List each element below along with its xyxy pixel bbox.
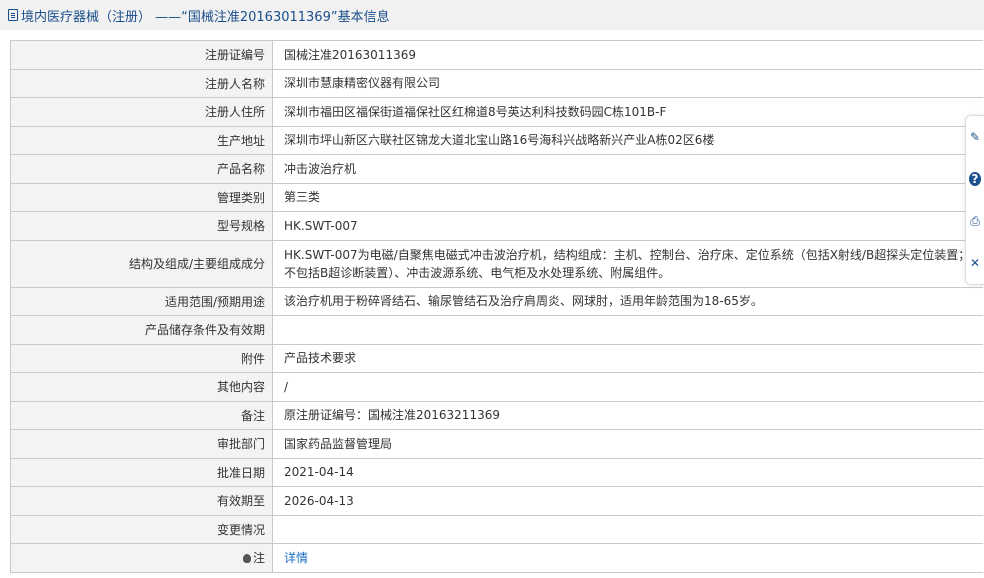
table-row: 生产地址 深圳市坪山新区六联社区锦龙大道北宝山路16号海科兴战略新兴产业A栋02… <box>11 126 983 155</box>
row-value: 2021-04-14 <box>284 465 354 480</box>
help-icon[interactable]: ? <box>969 172 981 186</box>
row-label: 变更情况 <box>11 515 273 543</box>
row-label: 型号规格 <box>11 212 273 240</box>
table-row: 备注 原注册证编号：国械注准20163211369 <box>11 401 983 430</box>
row-value: 原注册证编号：国械注准20163211369 <box>284 408 500 423</box>
table-row: 注册人住所 深圳市福田区福保街道福保社区红棉道8号英达利科技数码园C栋101B-… <box>11 98 983 127</box>
row-label: 管理类别 <box>11 183 273 211</box>
row-label: 批准日期 <box>11 458 273 486</box>
table-row: 有效期至 2026-04-13 <box>11 487 983 516</box>
row-value <box>273 516 983 544</box>
table-row: 产品名称 冲击波治疗机 <box>11 155 983 184</box>
row-label: 生产地址 <box>11 126 273 154</box>
table-row: 适用范围/预期用途 该治疗机用于粉碎肾结石、输尿管结石及治疗肩周炎、网球肘，适用… <box>11 287 983 316</box>
row-value: 深圳市福田区福保街道福保社区红棉道8号英达利科技数码园C栋101B-F <box>284 104 667 119</box>
table-row: 变更情况 <box>11 515 983 544</box>
row-value: 2026-04-13 <box>284 493 354 508</box>
note-label: 注 <box>252 551 265 566</box>
row-value <box>273 316 983 344</box>
table-row: 产品储存条件及有效期 <box>11 316 983 345</box>
row-value: HK.SWT-007为电磁/自聚焦电磁式冲击波治疗机，结构组成：主机、控制台、治… <box>284 247 971 280</box>
row-label: 有效期至 <box>11 487 273 515</box>
close-icon[interactable]: ✕ <box>969 256 981 270</box>
row-label: 审批部门 <box>11 430 273 458</box>
row-value: HK.SWT-007 <box>284 218 358 233</box>
table-row-note: 注 详情 <box>11 544 983 573</box>
row-label: 附件 <box>11 344 273 372</box>
row-label: 产品名称 <box>11 155 273 183</box>
row-label: 备注 <box>11 401 273 429</box>
info-table: 注册证编号 国械注准20163011369 注册人名称 深圳市慧康精密仪器有限公… <box>10 40 983 573</box>
row-label-note: 注 <box>11 544 273 572</box>
row-label: 产品储存条件及有效期 <box>11 316 273 344</box>
table-row: 批准日期 2021-04-14 <box>11 458 983 487</box>
row-value: 冲击波治疗机 <box>284 161 357 176</box>
row-label: 注册人名称 <box>11 69 273 97</box>
row-value: 产品技术要求 <box>284 351 357 366</box>
row-value: 该治疗机用于粉碎肾结石、输尿管结石及治疗肩周炎、网球肘，适用年龄范围为18-65… <box>284 294 763 309</box>
row-value: 深圳市慧康精密仪器有限公司 <box>284 76 441 91</box>
print-icon[interactable]: ⎙ <box>969 214 981 228</box>
row-label: 注册证编号 <box>11 41 273 69</box>
side-toolbar: ✎ ? ⎙ ✕ <box>965 115 984 285</box>
table-row: 注册人名称 深圳市慧康精密仪器有限公司 <box>11 69 983 98</box>
row-value: / <box>284 379 289 394</box>
table-row: 审批部门 国家药品监督管理局 <box>11 430 983 459</box>
table-row: 型号规格 HK.SWT-007 <box>11 212 983 241</box>
row-label: 其他内容 <box>11 373 273 401</box>
table-row: 附件 产品技术要求 <box>11 344 983 373</box>
row-value: 国械注准20163011369 <box>284 47 416 62</box>
row-value: 深圳市坪山新区六联社区锦龙大道北宝山路16号海科兴战略新兴产业A栋02区6楼 <box>284 133 715 148</box>
lightbulb-icon <box>242 554 251 564</box>
page-header: 境内医疗器械（注册） ——“国械注准20163011369”基本信息 <box>0 0 984 30</box>
details-link[interactable]: 详情 <box>284 549 308 567</box>
table-row: 其他内容 / <box>11 373 983 402</box>
row-value: 第三类 <box>284 190 321 205</box>
row-label: 结构及组成/主要组成成分 <box>11 240 273 287</box>
row-label: 适用范围/预期用途 <box>11 287 273 315</box>
page-title: 境内医疗器械（注册） ——“国械注准20163011369”基本信息 <box>21 9 390 25</box>
row-value: 国家药品监督管理局 <box>284 436 393 451</box>
row-value-note: 详情 <box>273 544 983 572</box>
table-row: 结构及组成/主要组成成分 HK.SWT-007为电磁/自聚焦电磁式冲击波治疗机，… <box>11 240 983 288</box>
row-label: 注册人住所 <box>11 98 273 126</box>
table-row: 注册证编号 国械注准20163011369 <box>11 41 983 70</box>
edit-icon[interactable]: ✎ <box>969 130 981 144</box>
table-row: 管理类别 第三类 <box>11 183 983 212</box>
document-icon <box>8 9 18 21</box>
